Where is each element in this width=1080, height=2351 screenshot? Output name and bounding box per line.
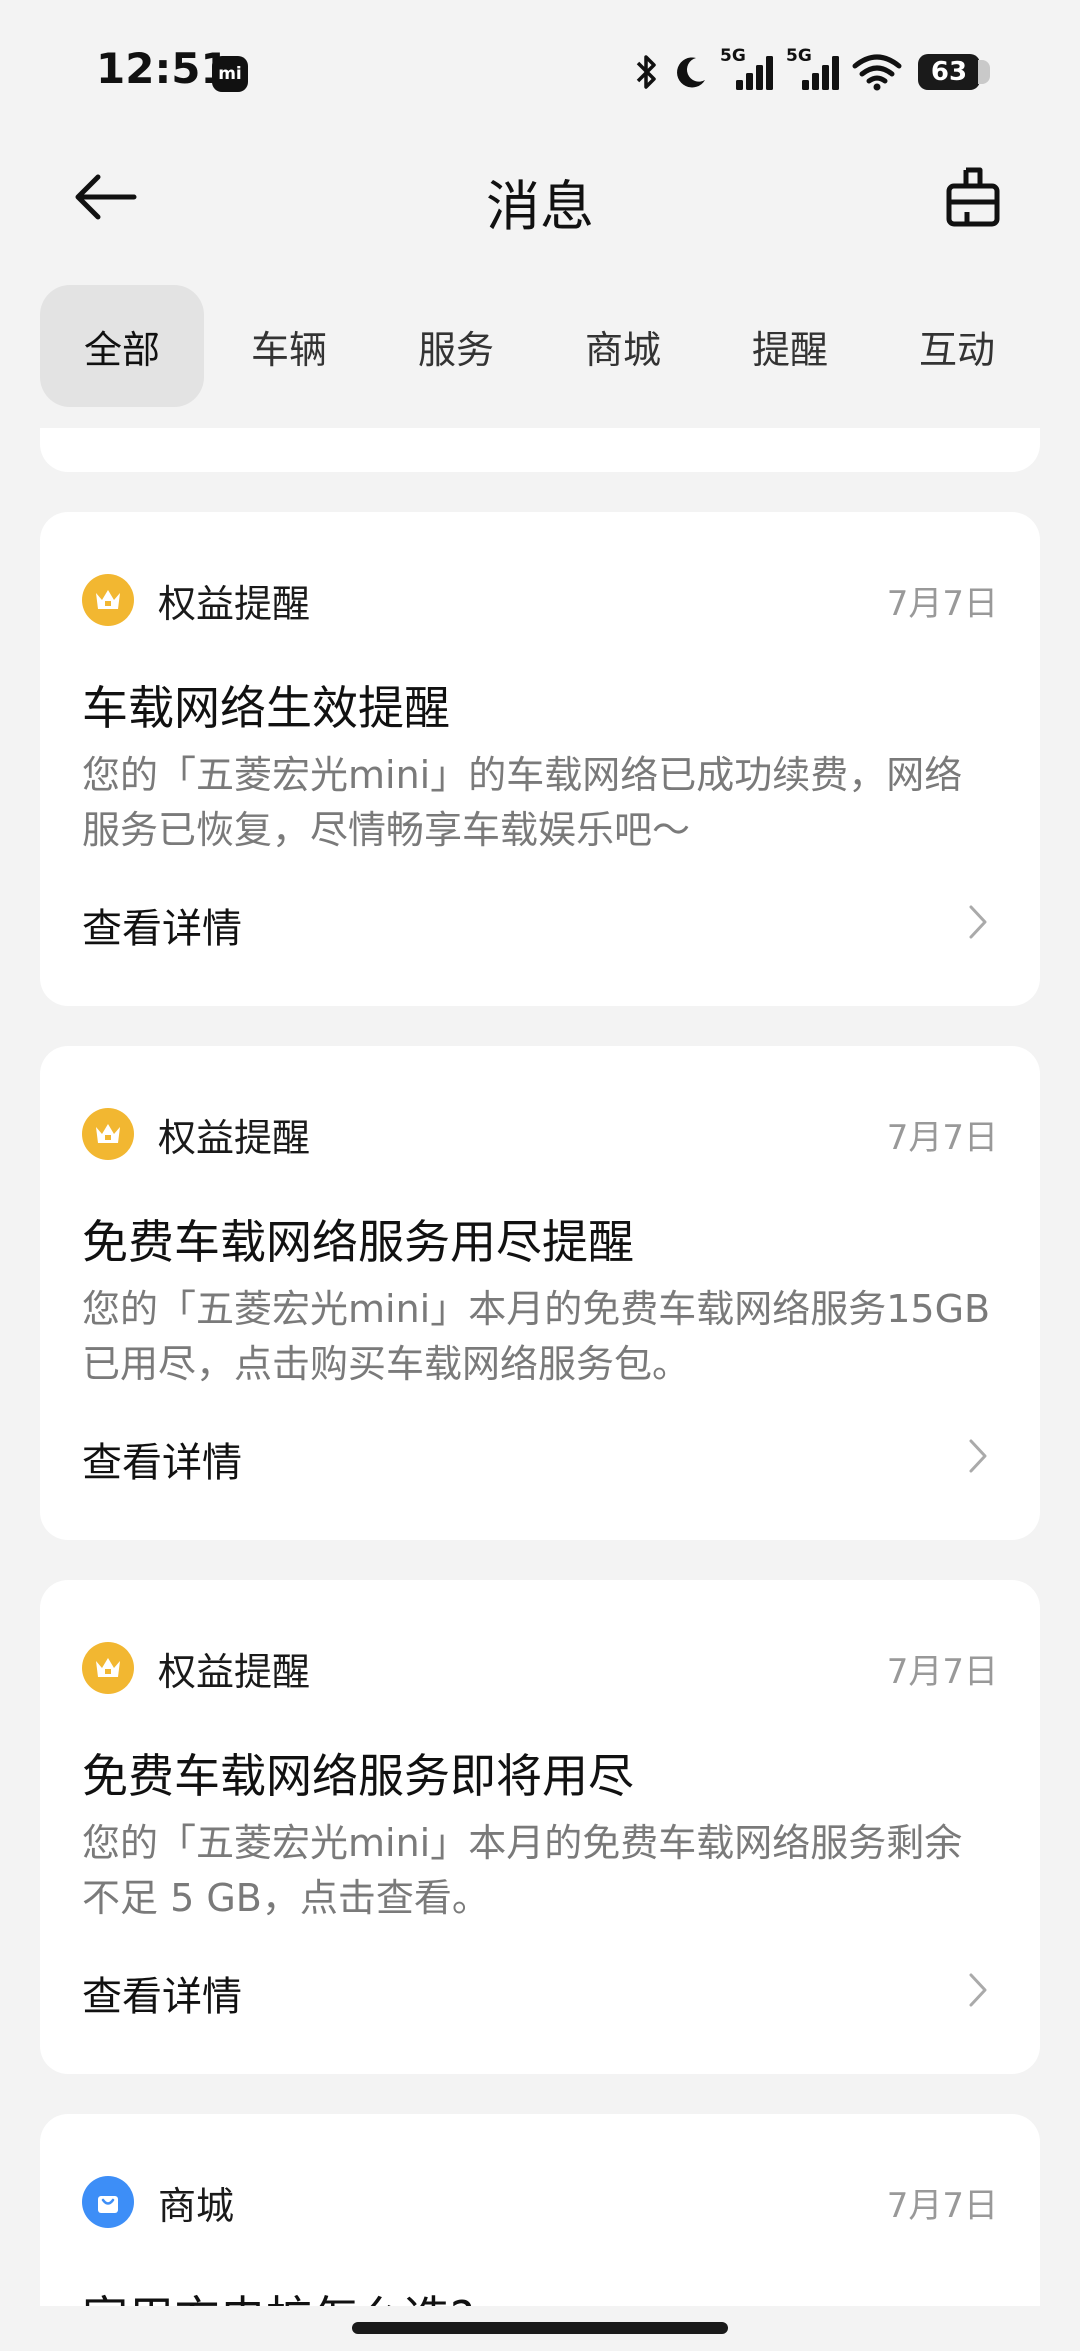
message-title: 免费车载网络服务用尽提醒 — [82, 1215, 634, 1269]
message-card-header: 权益提醒 7月7日 — [82, 1108, 998, 1160]
message-body: 您的「五菱宏光mini」本月的免费车载网络服务剩余不足 5 GB，点击查看。 — [82, 1821, 963, 1920]
view-details-link[interactable]: 查看详情 — [82, 1430, 242, 1488]
status-bar: 12:51 mi 5G 5G 63 — [0, 0, 1080, 130]
clean-brush-icon — [946, 167, 1000, 227]
mi-notification-icon: mi — [212, 56, 248, 92]
tab-reminder[interactable]: 提醒 — [708, 285, 872, 407]
clear-messages-button[interactable] — [938, 160, 1008, 236]
message-date: 7月7日 — [886, 1651, 998, 1692]
shopping-bag-icon — [82, 2176, 134, 2228]
tab-all[interactable]: 全部 — [40, 285, 204, 407]
chevron-right-icon[interactable] — [958, 902, 998, 942]
tab-interaction[interactable]: 互动 — [875, 285, 1039, 407]
message-title: 车载网络生效提醒 — [82, 681, 450, 735]
message-card-header: 商城 7月7日 — [82, 2176, 998, 2228]
message-card[interactable]: 权益提醒 7月7日 免费车载网络服务即将用尽 您的「五菱宏光mini」本月的免费… — [40, 1580, 1040, 2074]
message-body: 您的「五菱宏光mini」本月的免费车载网络服务15GB 已用尽，点击购买车载网络… — [82, 1287, 991, 1386]
page-title: 消息 — [486, 175, 594, 238]
messages-screen: 12:51 mi 5G 5G 63 消息 全部 车辆 服务 商城 提醒 互动 权… — [0, 0, 1080, 2351]
message-card[interactable]: 商城 7月7日 家用充电桩怎么选? — [40, 2114, 1040, 2314]
crown-icon — [82, 1642, 134, 1694]
wifi-icon — [852, 54, 902, 91]
message-card-header: 权益提醒 7月7日 — [82, 1642, 998, 1694]
tab-mall[interactable]: 商城 — [541, 285, 705, 407]
chevron-right-icon[interactable] — [958, 1970, 998, 2010]
crown-icon — [82, 1108, 134, 1160]
message-date: 7月7日 — [886, 1117, 998, 1158]
message-title: 免费车载网络服务即将用尽 — [82, 1749, 634, 1803]
status-time: 12:51 — [96, 44, 230, 93]
status-icons: 5G 5G 63 — [632, 46, 990, 94]
tab-vehicle[interactable]: 车辆 — [207, 285, 371, 407]
view-details-link[interactable]: 查看详情 — [82, 896, 242, 954]
message-category: 权益提醒 — [158, 581, 311, 626]
message-date: 7月7日 — [886, 2185, 998, 2226]
message-card-previous[interactable] — [40, 428, 1040, 472]
message-card[interactable]: 权益提醒 7月7日 车载网络生效提醒 您的「五菱宏光mini」的车载网络已成功续… — [40, 512, 1040, 1006]
bluetooth-icon — [636, 55, 656, 89]
message-category: 权益提醒 — [158, 1115, 311, 1160]
top-app-bar: 消息 — [0, 140, 1080, 250]
message-category: 商城 — [158, 2183, 235, 2228]
battery-icon: 63 — [918, 54, 990, 90]
message-list: 权益提醒 7月7日 车载网络生效提醒 您的「五菱宏光mini」的车载网络已成功续… — [40, 428, 1040, 2351]
signal-2-icon: 5G — [786, 46, 842, 94]
chevron-right-icon[interactable] — [958, 1436, 998, 1476]
view-details-link[interactable]: 查看详情 — [82, 1964, 242, 2022]
message-date: 7月7日 — [886, 583, 998, 624]
category-tabs: 全部 车辆 服务 商城 提醒 互动 — [40, 285, 1042, 407]
crown-icon — [82, 574, 134, 626]
message-card-header: 权益提醒 7月7日 — [82, 574, 998, 626]
do-not-disturb-moon-icon — [677, 57, 705, 88]
signal-1-icon: 5G — [720, 46, 776, 94]
home-indicator[interactable] — [352, 2322, 728, 2334]
tab-service[interactable]: 服务 — [374, 285, 538, 407]
message-card[interactable]: 权益提醒 7月7日 免费车载网络服务用尽提醒 您的「五菱宏光mini」本月的免费… — [40, 1046, 1040, 1540]
message-category: 权益提醒 — [158, 1649, 311, 1694]
message-body: 您的「五菱宏光mini」的车载网络已成功续费，网络服务已恢复，尽情畅享车载娱乐吧… — [82, 753, 963, 852]
